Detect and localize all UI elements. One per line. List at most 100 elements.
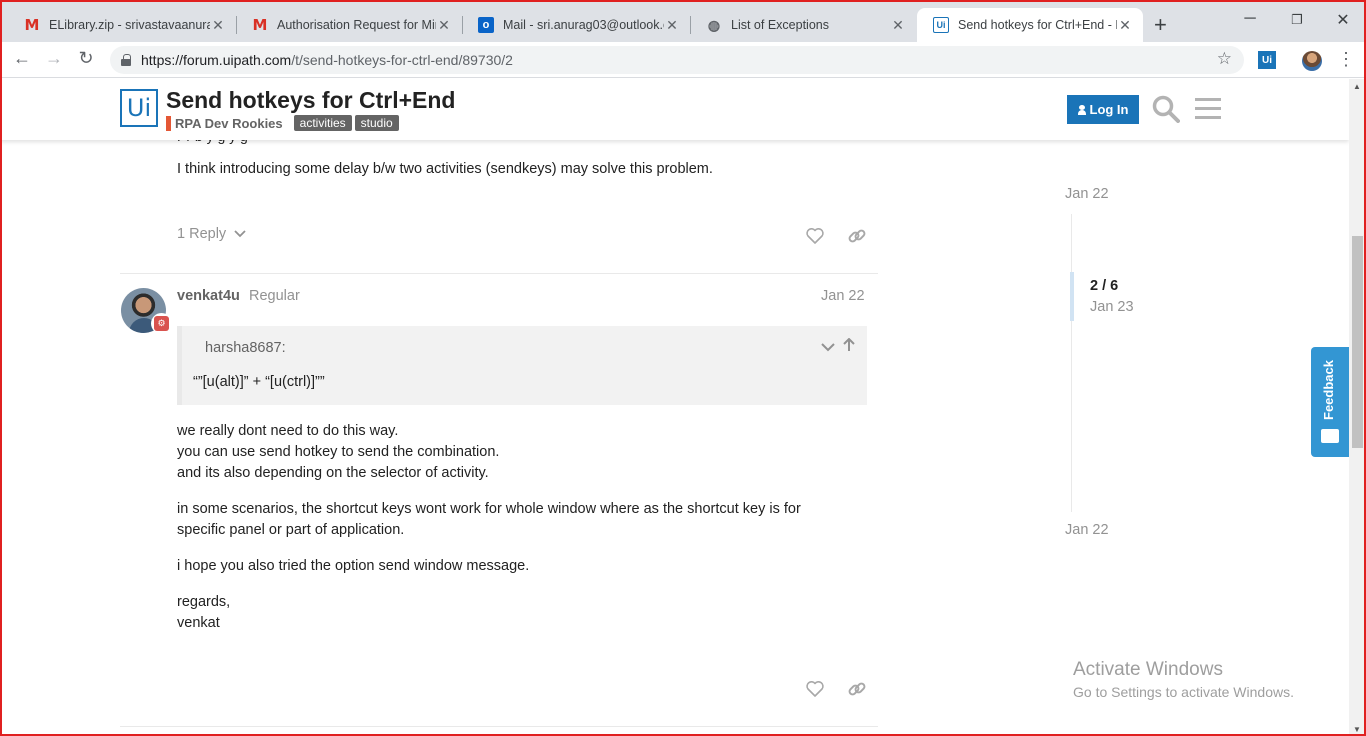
link-icon[interactable] [847,226,867,246]
scroll-down-icon[interactable]: ▼ [1353,725,1361,734]
heart-icon[interactable] [805,226,825,246]
globe-icon: ◍ [707,16,721,33]
reload-icon[interactable]: ↻ [74,48,98,69]
close-icon[interactable]: ✕ [210,17,226,34]
close-icon[interactable]: ✕ [664,17,680,34]
page-scrollbar[interactable]: ▲ ▼ [1349,79,1366,736]
user-flair-badge: ⚙ [151,313,172,334]
activate-windows-watermark: Activate Windows Go to Settings to activ… [1073,659,1294,700]
tab-title: Send hotkeys for Ctrl+End - RP [958,18,1117,32]
timeline-position-date: Jan 23 [1090,299,1134,315]
login-label: Log In [1089,102,1129,117]
post-paragraph: in some scenarios, the shortcut keys won… [177,499,801,541]
heart-icon[interactable] [805,679,825,699]
post-line: and its also depending on the selector o… [177,465,489,481]
new-tab-plus-icon[interactable]: + [1154,12,1167,38]
gmail-icon: M [252,16,268,34]
browser-tab-elibrary[interactable]: M ELibrary.zip - srivastavaanurag ✕ [8,8,236,42]
post-line: regards, [177,594,231,610]
post-username[interactable]: venkat4u [177,288,240,304]
post-line: i hope you also tried the option send wi… [177,558,530,574]
login-button[interactable]: Log In [1067,95,1139,124]
quote-text: “”[u(alt)]” + “[u(ctrl)]”” [193,374,325,390]
url-host: https://forum.uipath.com [141,52,292,68]
tag-activities[interactable]: activities [293,115,352,131]
forum-page: Ui Send hotkeys for Ctrl+End RPA Dev Roo… [0,79,1349,736]
uipath-logo[interactable]: Ui [120,89,158,127]
timeline-start-date[interactable]: Jan 22 [1065,186,1109,202]
browser-toolbar: ← → ↻ https://forum.uipath.com/t/send-ho… [0,42,1366,78]
post-paragraph: regards, venkat [177,592,230,634]
chevron-down-icon [234,230,246,238]
link-icon[interactable] [847,679,867,699]
replies-toggle[interactable]: 1 Reply [177,226,246,242]
post-line: we really dont need to do this way. [177,423,399,439]
timeline-track[interactable] [1071,214,1072,512]
tab-title: Mail - sri.anurag03@outlook.co [503,18,664,32]
post-paragraph: i hope you also tried the option send wi… [177,556,529,577]
feedback-label: Feedback [1321,360,1336,420]
robot-icon: ⚙ [154,316,169,331]
tab-title: ELibrary.zip - srivastavaanurag [49,18,210,32]
minimize-icon[interactable]: ─ [1240,10,1260,28]
feedback-icon [1321,429,1339,443]
replies-count: 1 Reply [177,226,227,242]
uipath-extension-icon[interactable]: Ui [1258,51,1276,69]
scrollbar-thumb[interactable] [1352,236,1363,448]
more-vertical-icon[interactable]: ⋮ [1337,49,1355,70]
hamburger-menu-icon[interactable] [1195,98,1221,120]
watermark-title: Activate Windows [1073,659,1223,680]
tab-title: List of Exceptions [731,18,829,32]
timeline-end-date[interactable]: Jan 22 [1065,522,1109,538]
close-icon[interactable]: ✕ [890,17,906,34]
uipath-icon: Ui [933,17,949,33]
gmail-icon: M [24,16,40,34]
forward-arrow-icon[interactable]: → [42,48,66,69]
post-line: you can use send hotkey to send the comb… [177,444,500,460]
close-icon[interactable]: ✕ [1117,17,1133,34]
quote-controls [821,337,855,355]
url-path: /t/send-hotkeys-for-ctrl-end/89730/2 [291,52,513,68]
address-bar[interactable]: https://forum.uipath.com/t/send-hotkeys-… [110,46,1244,74]
tag-studio[interactable]: studio [354,115,399,131]
post-divider [120,726,878,727]
lock-icon [121,54,131,66]
back-arrow-icon[interactable]: ← [10,48,34,69]
timeline-position: 2 / 6 [1090,278,1119,294]
watermark-subtitle: Go to Settings to activate Windows. [1073,684,1294,700]
outlook-icon: o [478,17,494,33]
close-icon[interactable]: ✕ [436,17,452,34]
post-line: in some scenarios, the shortcut keys won… [177,501,801,517]
browser-tab-exceptions[interactable]: ◍ List of Exceptions ✕ [690,8,916,42]
profile-avatar[interactable] [1302,51,1322,71]
restore-icon[interactable]: ❐ [1287,12,1307,28]
window-close-icon[interactable]: ✕ [1333,10,1353,30]
chevron-down-icon[interactable] [821,342,836,352]
arrow-up-icon[interactable] [843,337,855,352]
quote-block: harsha8687: “”[u(alt)]” + “[u(ctrl)]”” [177,326,867,405]
category-color-badge [166,115,171,131]
topic-meta: RPA Dev Rookies activities studio [166,115,402,131]
bookmark-star-icon[interactable]: ☆ [1217,49,1232,69]
timeline-handle[interactable] [1070,272,1074,321]
category-link[interactable]: RPA Dev Rookies [175,116,283,131]
post-paragraph: we really dont need to do this way. you … [177,421,499,484]
browser-tab-authorisation[interactable]: M Authorisation Request for Mini ✕ [236,8,462,42]
browser-tab-outlook[interactable]: o Mail - sri.anurag03@outlook.co ✕ [462,8,690,42]
previous-post-body: I think introducing some delay b/w two a… [177,161,713,177]
browser-tab-hotkeys[interactable]: Ui Send hotkeys for Ctrl+End - RP ✕ [917,8,1143,42]
browser-tab-strip: M ELibrary.zip - srivastavaanurag ✕ M Au… [0,0,1366,42]
site-header: Ui Send hotkeys for Ctrl+End RPA Dev Roo… [0,79,1349,140]
post-line: venkat [177,615,220,631]
post-divider [120,273,878,274]
topic-title[interactable]: Send hotkeys for Ctrl+End [166,87,455,114]
feedback-tab[interactable]: Feedback [1311,347,1349,457]
search-icon[interactable] [1152,95,1180,123]
scroll-up-icon[interactable]: ▲ [1353,82,1361,91]
post-line: specific panel or part of application. [177,522,405,538]
quote-author: harsha8687: [205,340,286,356]
post-date[interactable]: Jan 22 [821,288,865,304]
user-icon [1077,104,1086,115]
tab-title: Authorisation Request for Mini [277,18,436,32]
post-user-title: Regular [249,288,300,304]
